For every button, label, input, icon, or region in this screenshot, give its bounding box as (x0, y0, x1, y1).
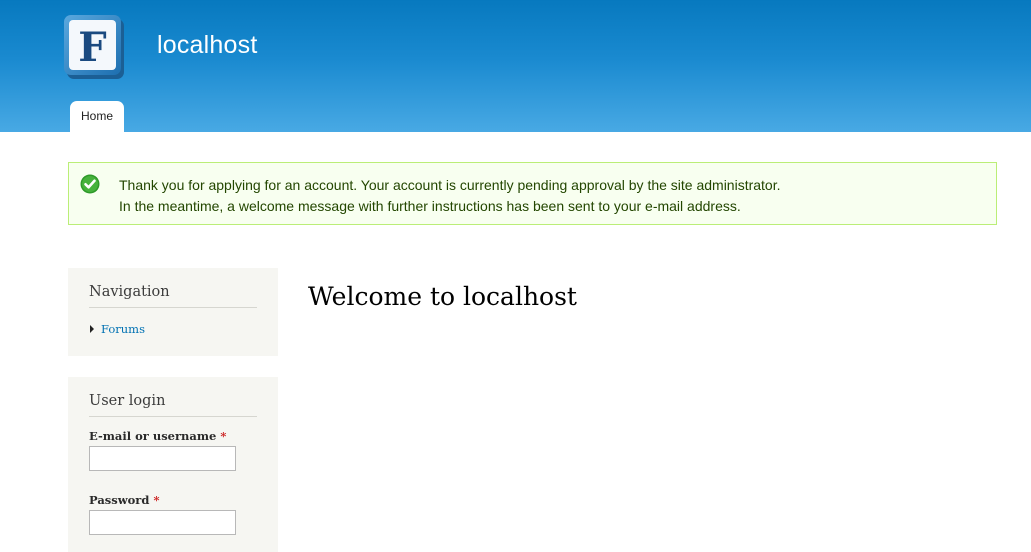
navigation-list: Forums (89, 322, 257, 336)
page-title: Welcome to localhost (308, 282, 577, 311)
user-login-title: User login (89, 377, 257, 417)
status-line-1: Thank you for applying for an account. Y… (119, 177, 781, 193)
password-label-text: Password (89, 493, 150, 507)
user-login-block: User login E-mail or username * Password… (68, 377, 278, 552)
password-input[interactable] (89, 510, 236, 535)
password-label: Password * (89, 493, 257, 507)
site-header: F localhost Home (0, 0, 1031, 132)
navigation-block: Navigation Forums (68, 268, 278, 356)
required-marker: * (153, 493, 160, 507)
required-marker: * (220, 429, 227, 443)
username-input[interactable] (89, 446, 236, 471)
status-text: Thank you for applying for an account. Y… (119, 175, 781, 217)
logo-letter: F (78, 24, 106, 71)
nav-link-forums[interactable]: Forums (101, 322, 145, 336)
username-label: E-mail or username * (89, 429, 257, 443)
username-label-text: E-mail or username (89, 429, 217, 443)
check-circle-icon (80, 174, 100, 194)
site-name[interactable]: localhost (157, 31, 257, 60)
navigation-title: Navigation (89, 268, 257, 308)
site-logo-icon[interactable]: F (64, 15, 126, 81)
status-line-2: In the meantime, a welcome message with … (119, 198, 741, 214)
tab-home[interactable]: Home (70, 101, 124, 132)
status-message: Thank you for applying for an account. Y… (68, 162, 997, 225)
triangle-right-icon (90, 325, 94, 333)
